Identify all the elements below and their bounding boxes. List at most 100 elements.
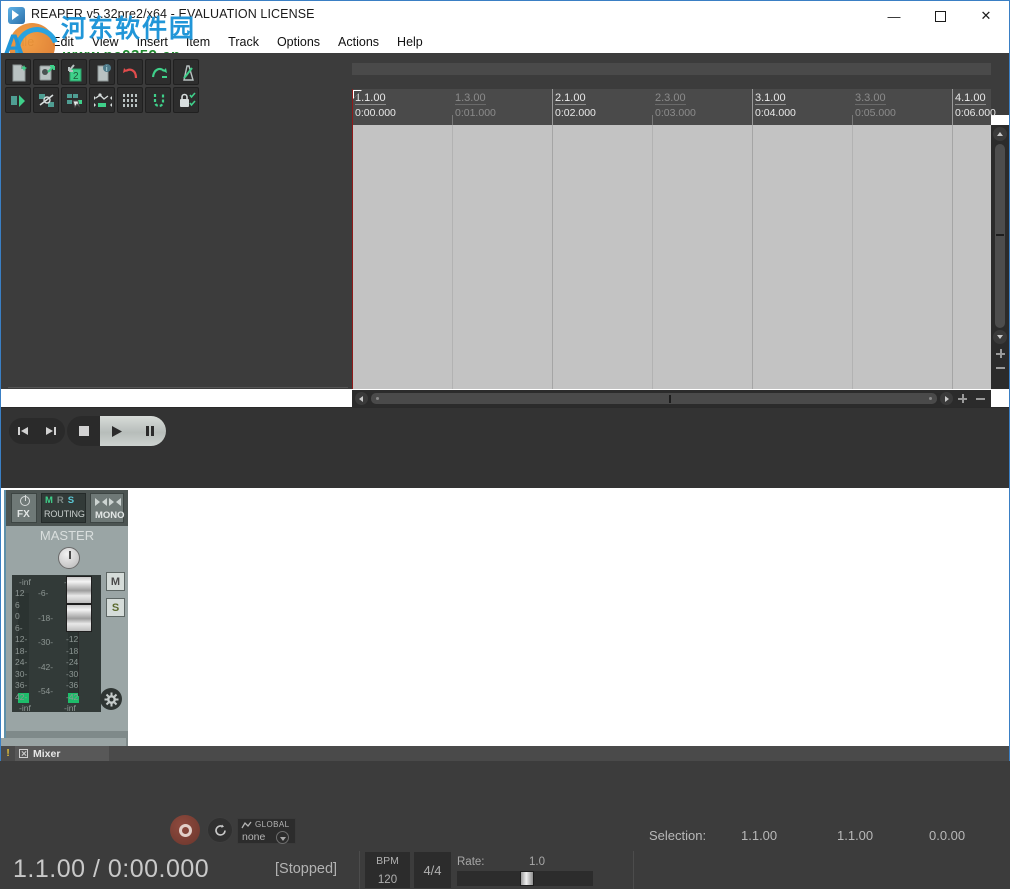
play-icon[interactable] bbox=[100, 416, 133, 446]
lock-icon[interactable] bbox=[173, 87, 199, 113]
ruler-time-label: 0:03.000 bbox=[655, 107, 696, 119]
maximize-button[interactable] bbox=[917, 1, 963, 31]
mixer-bottom-strip bbox=[1, 738, 126, 746]
timeline-ruler[interactable]: 1.1.00 0:00.000 1.3.00 0:01.000 2.1.00 0:02.0… bbox=[352, 89, 996, 125]
save-project-icon[interactable]: 2 bbox=[61, 59, 87, 85]
ruler-tick bbox=[452, 115, 453, 125]
mute-button[interactable]: M bbox=[106, 572, 125, 591]
track-control-panel[interactable] bbox=[1, 115, 352, 389]
go-to-end-icon[interactable] bbox=[37, 418, 65, 444]
scroll-thumb-grip bbox=[669, 395, 671, 403]
menu-insert[interactable]: Insert bbox=[128, 33, 177, 51]
routing-button[interactable]: M R S ROUTING bbox=[41, 493, 86, 523]
ruler-bar-label: 2.3.00 bbox=[655, 92, 686, 105]
ruler-time-label: 0:05.000 bbox=[855, 107, 896, 119]
minimize-button[interactable]: — bbox=[871, 1, 917, 31]
arrange-grid-line bbox=[652, 125, 653, 389]
bpm-field[interactable]: BPM 120 bbox=[365, 852, 410, 888]
solo-button[interactable]: S bbox=[106, 598, 125, 617]
playback-state-label: [Stopped] bbox=[275, 861, 338, 877]
menu-file[interactable]: File bbox=[5, 33, 43, 51]
track-panel-divider bbox=[8, 387, 348, 388]
fx-button[interactable]: FX bbox=[11, 493, 37, 523]
gear-icon[interactable] bbox=[100, 688, 122, 710]
crossfade-icon[interactable] bbox=[33, 87, 59, 113]
selection-start-value[interactable]: 1.1.00 bbox=[741, 828, 777, 843]
ruler-bar-label: 3.3.00 bbox=[855, 92, 886, 105]
record-icon[interactable] bbox=[170, 815, 200, 845]
undo-icon[interactable] bbox=[117, 59, 143, 85]
envelope-icon[interactable] bbox=[89, 87, 115, 113]
time-signature-field[interactable]: 4/4 bbox=[414, 852, 451, 888]
pan-knob-icon[interactable] bbox=[58, 547, 80, 569]
mono-label: MONO bbox=[95, 510, 125, 521]
zoom-out-vertical-icon[interactable] bbox=[996, 363, 1005, 372]
horizontal-scrollbar[interactable] bbox=[352, 390, 991, 407]
zoom-out-horizontal-icon[interactable] bbox=[976, 394, 985, 403]
meter-scale-right: -42 bbox=[66, 691, 79, 702]
close-icon[interactable] bbox=[19, 749, 28, 758]
menu-edit[interactable]: Edit bbox=[43, 33, 83, 51]
mono-speakers-icon bbox=[95, 498, 121, 506]
new-project-icon[interactable] bbox=[5, 59, 31, 85]
menu-item[interactable]: Item bbox=[177, 33, 219, 51]
ruler-top-strip bbox=[352, 63, 991, 75]
selection-end-value[interactable]: 1.1.00 bbox=[837, 828, 873, 843]
menu-track[interactable]: Track bbox=[219, 33, 268, 51]
arrange-grid-line bbox=[452, 125, 453, 389]
stop-icon[interactable] bbox=[67, 416, 100, 446]
loop-items-icon[interactable] bbox=[145, 87, 171, 113]
zoom-in-vertical-icon[interactable] bbox=[996, 349, 1005, 358]
master-track-name[interactable]: MASTER bbox=[6, 528, 128, 543]
zoom-in-horizontal-icon[interactable] bbox=[958, 394, 967, 403]
rate-slider-thumb[interactable] bbox=[520, 871, 534, 886]
arrange-grid-line bbox=[752, 125, 753, 389]
playback-position-display[interactable]: 1.1.00 / 0:00.000 bbox=[13, 855, 209, 884]
mono-button[interactable]: MONO bbox=[90, 493, 125, 523]
selection-length-value[interactable]: 0.0.00 bbox=[929, 828, 965, 843]
meter-scale-left: -inf bbox=[19, 577, 31, 587]
meter-scale-left: -inf bbox=[19, 703, 31, 713]
mixer-strip-body: -inf12606-12-18-24-30-36-42--inf-inf1260… bbox=[6, 544, 128, 746]
horizontal-scroll-thumb[interactable] bbox=[371, 393, 937, 404]
go-to-start-icon[interactable] bbox=[9, 418, 37, 444]
scroll-up-icon[interactable] bbox=[993, 127, 1007, 141]
master-fader-handle-lower[interactable] bbox=[66, 604, 92, 632]
master-fader-handle-upper[interactable] bbox=[66, 576, 92, 604]
metronome-icon[interactable] bbox=[173, 59, 199, 85]
meter-scale-left: 12 bbox=[15, 588, 25, 599]
menu-help[interactable]: Help bbox=[388, 33, 432, 51]
meter-scale-left: 30- bbox=[15, 668, 28, 679]
ruler-bar-label: 3.1.00 bbox=[755, 92, 786, 105]
open-project-icon[interactable] bbox=[33, 59, 59, 85]
new-tab-icon[interactable]: i bbox=[89, 59, 115, 85]
item-grouping-icon[interactable] bbox=[61, 87, 87, 113]
toolbar-row-1: 2 i bbox=[5, 59, 199, 85]
chevron-down-icon[interactable] bbox=[276, 831, 289, 844]
repeat-icon[interactable] bbox=[207, 817, 233, 843]
vertical-scroll-thumb[interactable] bbox=[995, 144, 1005, 328]
mixer-tab-label: Mixer bbox=[33, 747, 61, 760]
automation-mode-dropdown[interactable]: GLOBAL none bbox=[237, 818, 296, 844]
scroll-down-icon[interactable] bbox=[993, 330, 1007, 344]
vertical-scrollbar[interactable] bbox=[991, 125, 1009, 389]
menu-options[interactable]: Options bbox=[268, 33, 329, 51]
rate-slider[interactable] bbox=[457, 871, 593, 886]
scroll-right-icon[interactable] bbox=[940, 392, 953, 405]
arrange-view[interactable] bbox=[352, 125, 991, 389]
close-button[interactable]: ✕ bbox=[963, 1, 1009, 31]
menu-view[interactable]: View bbox=[83, 33, 128, 51]
grid-snap-icon[interactable] bbox=[117, 87, 143, 113]
alert-icon[interactable]: ! bbox=[3, 747, 13, 760]
pause-icon[interactable] bbox=[133, 416, 166, 446]
svg-text:2: 2 bbox=[73, 71, 79, 82]
window-title: REAPER v5.32pre2/x64 - EVALUATION LICENS… bbox=[31, 7, 315, 21]
menu-actions[interactable]: Actions bbox=[329, 33, 388, 51]
redo-icon[interactable] bbox=[145, 59, 171, 85]
meter-scale-right: -18 bbox=[66, 645, 79, 656]
split-item-icon[interactable] bbox=[5, 87, 31, 113]
transport-divider-1 bbox=[359, 851, 360, 889]
scroll-left-icon[interactable] bbox=[355, 392, 368, 405]
mixer-tab[interactable]: Mixer bbox=[15, 746, 109, 761]
meter-scale-right: -12 bbox=[66, 634, 79, 645]
